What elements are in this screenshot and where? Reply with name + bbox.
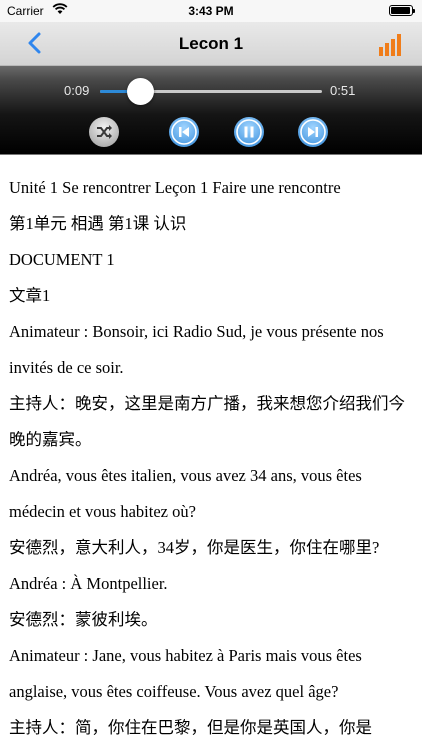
text-line: Andréa : À Montpellier. bbox=[9, 574, 168, 593]
pause-button[interactable] bbox=[234, 117, 264, 147]
text-line: Animateur : Bonsoir, ici Radio Sud, je v… bbox=[9, 322, 384, 377]
previous-icon bbox=[171, 119, 197, 145]
text-line: 安德烈：蒙彼利埃。 bbox=[9, 610, 158, 629]
audio-player: 0:09 0:51 bbox=[0, 66, 422, 155]
text-line: 文章1 bbox=[9, 286, 51, 305]
statistics-button[interactable] bbox=[378, 31, 404, 57]
pause-icon bbox=[236, 119, 262, 145]
page-title: Lecon 1 bbox=[178, 34, 244, 53]
text-line: 主持人：晚安，这里是南方广播，我来想您介绍我们今晚的嘉宾。 bbox=[9, 394, 405, 449]
text-line: Unité 1 Se rencontrer Leçon 1 Faire une … bbox=[9, 178, 341, 197]
clock: 3:43 PM bbox=[188, 4, 234, 18]
previous-button[interactable] bbox=[169, 117, 199, 147]
text-line: Animateur : Jane, vous habitez à Paris m… bbox=[9, 646, 362, 701]
status-bar: Carrier 3:43 PM bbox=[0, 0, 422, 22]
navigation-bar: Lecon 1 bbox=[0, 22, 422, 66]
total-time: 0:51 bbox=[330, 83, 356, 98]
slider-thumb[interactable] bbox=[126, 78, 154, 105]
bar-chart-icon bbox=[379, 34, 401, 56]
text-line: Andréa, vous êtes italien, vous avez 34 … bbox=[9, 466, 362, 521]
next-button[interactable] bbox=[298, 117, 328, 147]
text-line: DOCUMENT 1 bbox=[9, 250, 115, 269]
battery-icon bbox=[389, 5, 415, 16]
text-line: 第1单元 相遇 第1课 认识 bbox=[9, 214, 187, 233]
progress-slider[interactable] bbox=[100, 78, 322, 105]
shuffle-button[interactable] bbox=[89, 117, 119, 147]
text-line: 安德烈，意大利人，34岁，你是医生，你住在哪里? bbox=[9, 538, 380, 557]
elapsed-time: 0:09 bbox=[64, 83, 90, 98]
text-line: 主持人：简，你住在巴黎，但是你是英国人，你是 bbox=[9, 718, 372, 737]
shuffle-icon bbox=[97, 125, 112, 139]
next-icon bbox=[300, 119, 326, 145]
lesson-text: Unité 1 Se rencontrer Leçon 1 Faire une … bbox=[9, 170, 414, 746]
